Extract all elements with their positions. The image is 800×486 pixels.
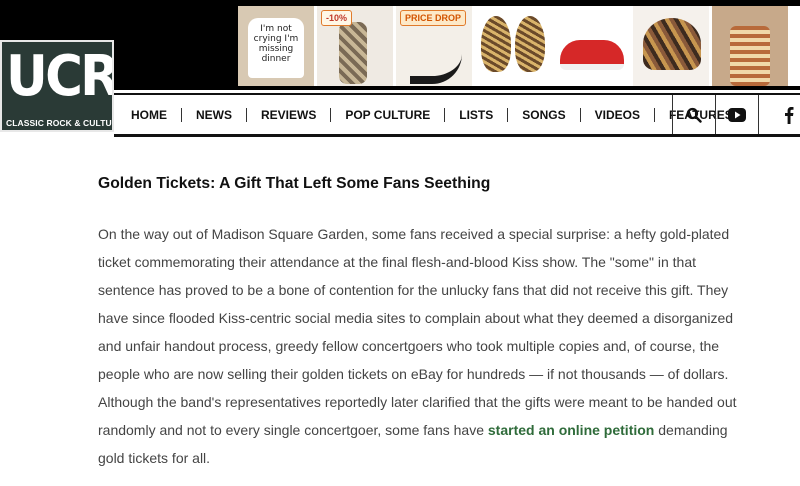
dress-image: [730, 26, 770, 86]
heels-image: [410, 46, 462, 84]
ad-heels[interactable]: PRICE DROP: [396, 6, 472, 86]
bulb-image-right: [515, 16, 545, 72]
nav-icon-group: [672, 95, 800, 134]
facebook-icon[interactable]: [758, 95, 800, 134]
price-drop-badge: PRICE DROP: [400, 10, 467, 26]
nav-news[interactable]: NEWS: [182, 107, 247, 122]
nav-pop-culture[interactable]: POP CULTURE: [331, 107, 446, 122]
youtube-icon[interactable]: [715, 95, 758, 134]
paragraph-text: On the way out of Madison Square Garden,…: [98, 226, 737, 438]
nav-videos[interactable]: VIDEOS: [581, 107, 655, 122]
main-nav: HOME NEWS REVIEWS POP CULTURE LISTS SONG…: [114, 93, 800, 137]
nav-songs[interactable]: SONGS: [508, 107, 581, 122]
ad-red-shoes[interactable]: [554, 6, 630, 86]
article-paragraph: On the way out of Madison Square Garden,…: [98, 220, 743, 472]
ad-leggings[interactable]: -10%: [317, 6, 393, 86]
logo-tagline: CLASSIC ROCK & CULTURE: [6, 118, 114, 128]
site-logo[interactable]: UCR CLASSIC ROCK & CULTURE: [0, 40, 114, 132]
ad-strip: I'm not crying I'm missing dinner -10% P…: [238, 6, 800, 86]
red-shoe-image: [560, 40, 624, 70]
logo-letters: UCR: [6, 44, 114, 109]
ad-dress[interactable]: [712, 6, 788, 86]
discount-badge: -10%: [321, 10, 353, 26]
leggings-image: [339, 22, 367, 84]
beanie-image: [643, 18, 701, 70]
ad-onesie-text: I'm not crying I'm missing dinner: [248, 18, 304, 78]
nav-reviews[interactable]: REVIEWS: [247, 107, 332, 122]
ad-onesie[interactable]: I'm not crying I'm missing dinner: [238, 6, 314, 86]
nav-lists[interactable]: LISTS: [445, 107, 509, 122]
petition-link[interactable]: started an online petition: [488, 422, 654, 438]
article-section: Golden Tickets: A Gift That Left Some Fa…: [98, 175, 748, 486]
nav-home[interactable]: HOME: [117, 107, 182, 122]
ad-bulbs[interactable]: [475, 6, 551, 86]
bulb-image-left: [481, 16, 511, 72]
search-icon[interactable]: [672, 95, 715, 134]
ad-beanie[interactable]: [633, 6, 709, 86]
article-headline: Golden Tickets: A Gift That Left Some Fa…: [98, 175, 491, 192]
